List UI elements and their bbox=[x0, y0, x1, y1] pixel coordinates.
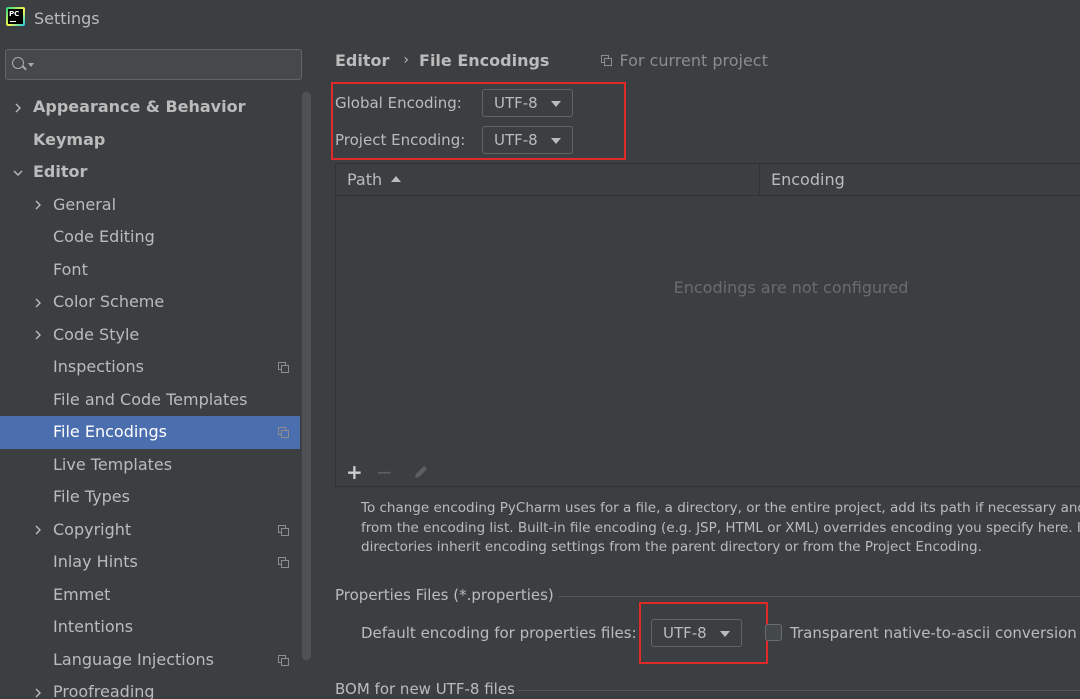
section-divider bbox=[518, 690, 1080, 691]
project-scope-icon bbox=[601, 54, 613, 66]
sidebar-item-file-encodings[interactable]: File Encodings bbox=[0, 416, 312, 449]
breadcrumb: Editor › File Encodings For current proj… bbox=[335, 49, 768, 71]
pencil-icon[interactable] bbox=[412, 463, 430, 481]
sidebar-item-file-types[interactable]: File Types bbox=[0, 481, 300, 514]
settings-search[interactable] bbox=[5, 49, 302, 80]
scope-label: For current project bbox=[619, 50, 768, 70]
section-divider bbox=[558, 596, 1080, 597]
search-input[interactable] bbox=[38, 53, 296, 76]
logo-text: PC bbox=[9, 10, 20, 18]
search-icon[interactable] bbox=[12, 57, 24, 69]
sidebar-item-label: General bbox=[53, 194, 117, 214]
sidebar-item-font[interactable]: Font bbox=[0, 254, 300, 287]
chevron-right-icon[interactable] bbox=[33, 189, 43, 222]
sidebar-item-label: Appearance & Behavior bbox=[33, 97, 246, 116]
chevron-right-icon[interactable] bbox=[33, 676, 43, 699]
sidebar-item-label: Code Editing bbox=[53, 227, 155, 246]
sidebar-item-label: Live Templates bbox=[53, 454, 173, 474]
chevron-right-icon[interactable] bbox=[33, 319, 43, 352]
settings-tree: Appearance & Behavior Keymap Editor General… bbox=[0, 91, 312, 699]
sidebar-item-label: Keymap bbox=[33, 129, 106, 149]
project-scope-icon bbox=[278, 557, 289, 568]
sidebar-item-editor[interactable]: Editor bbox=[0, 156, 300, 189]
sidebar-item-emmet[interactable]: Emmet bbox=[0, 579, 300, 612]
properties-section-title: Properties Files (*.properties) bbox=[335, 586, 554, 604]
sidebar-item-label: File Encodings bbox=[53, 422, 167, 441]
sidebar-item-general[interactable]: General bbox=[0, 189, 300, 222]
sidebar-item-label: Code Style bbox=[53, 324, 140, 344]
sidebar-item-label: Proofreading bbox=[53, 682, 155, 699]
sidebar-item-label: File and Code Templates bbox=[53, 389, 248, 409]
project-scope-icon bbox=[278, 524, 289, 536]
sidebar-item-label: Language Injections bbox=[53, 649, 214, 669]
settings-sidebar: Appearance & Behavior Keymap Editor General… bbox=[0, 37, 312, 699]
settings-content: Editor › File Encodings For current proj… bbox=[312, 37, 1080, 699]
sidebar-item-language-injections[interactable]: Language Injections bbox=[0, 644, 300, 677]
sidebar-item-label: Editor bbox=[33, 162, 88, 181]
empty-table-message: Encodings are not configured bbox=[673, 278, 909, 297]
column-header-encoding[interactable]: Encoding bbox=[771, 164, 845, 196]
sidebar-item-label: Emmet bbox=[53, 584, 111, 604]
sidebar-item-code-style[interactable]: Code Style bbox=[0, 319, 300, 352]
sidebar-item-copyright[interactable]: Copyright bbox=[0, 514, 300, 547]
breadcrumb-separator: › bbox=[403, 52, 410, 68]
sidebar-item-code-editing[interactable]: Code Editing bbox=[0, 221, 300, 254]
path-encoding-table: Path Encoding Encodings are not configur… bbox=[335, 163, 1080, 487]
add-button[interactable]: + bbox=[346, 461, 363, 483]
sidebar-item-label: Color Scheme bbox=[53, 292, 165, 311]
sort-ascending-icon bbox=[391, 176, 402, 182]
window-title: Settings bbox=[34, 9, 100, 28]
project-scope-icon bbox=[278, 362, 289, 373]
column-header-path[interactable]: Path bbox=[347, 164, 402, 196]
pycharm-logo-icon: PC bbox=[6, 7, 25, 26]
help-line: from the encoding list. Built-in file en… bbox=[361, 519, 1080, 536]
transparent-conversion-checkbox[interactable] bbox=[765, 624, 782, 641]
table-toolbar: + − bbox=[336, 456, 1080, 487]
sidebar-item-appearance-and-behavior[interactable]: Appearance & Behavior bbox=[0, 91, 300, 124]
bom-section-title: BOM for new UTF-8 files bbox=[335, 680, 515, 698]
sidebar-item-intentions[interactable]: Intentions bbox=[0, 611, 300, 644]
remove-button[interactable]: − bbox=[376, 461, 393, 483]
properties-highlight-box bbox=[639, 602, 768, 664]
sidebar-item-label: File Types bbox=[53, 487, 130, 506]
sidebar-item-keymap[interactable]: Keymap bbox=[0, 124, 300, 157]
breadcrumb-editor[interactable]: Editor bbox=[335, 51, 389, 70]
sidebar-item-proofreading[interactable]: Proofreading bbox=[0, 676, 300, 699]
search-options-caret-icon[interactable] bbox=[28, 63, 34, 67]
sidebar-item-label: Inspections bbox=[53, 357, 144, 376]
chevron-right-icon[interactable] bbox=[33, 514, 43, 547]
sidebar-item-color-scheme[interactable]: Color Scheme bbox=[0, 286, 300, 319]
sidebar-item-inspections[interactable]: Inspections bbox=[0, 351, 300, 384]
column-encoding-label: Encoding bbox=[771, 170, 845, 189]
help-line: directories inherit encoding settings fr… bbox=[361, 539, 982, 555]
sidebar-item-label: Font bbox=[53, 259, 88, 279]
encoding-highlight-box bbox=[331, 82, 626, 160]
project-scope-icon bbox=[278, 427, 289, 438]
help-line: To change encoding PyCharm uses for a fi… bbox=[361, 500, 1080, 516]
column-divider[interactable] bbox=[759, 164, 760, 196]
sidebar-scrollbar-thumb[interactable] bbox=[302, 92, 311, 660]
title-bar: PC Settings bbox=[0, 0, 1080, 37]
chevron-right-icon[interactable] bbox=[33, 286, 43, 319]
chevron-right-icon[interactable] bbox=[13, 91, 23, 124]
sidebar-item-file-and-code-templates[interactable]: File and Code Templates bbox=[0, 384, 300, 417]
breadcrumb-current: File Encodings bbox=[419, 50, 550, 70]
sidebar-item-label: Inlay Hints bbox=[53, 552, 138, 571]
table-header: Path Encoding bbox=[336, 164, 1080, 196]
transparent-conversion-label[interactable]: Transparent native-to-ascii conversion bbox=[790, 624, 1077, 642]
help-text: To change encoding PyCharm uses for a fi… bbox=[361, 499, 1080, 558]
project-scope-icon bbox=[278, 654, 289, 666]
sidebar-item-live-templates[interactable]: Live Templates bbox=[0, 449, 300, 482]
default-properties-encoding-label: Default encoding for properties files: bbox=[361, 624, 637, 642]
chevron-down-icon[interactable] bbox=[13, 156, 23, 189]
sidebar-item-label: Intentions bbox=[53, 617, 134, 636]
column-path-label: Path bbox=[347, 170, 383, 189]
sidebar-item-label: Copyright bbox=[53, 519, 132, 539]
sidebar-item-inlay-hints[interactable]: Inlay Hints bbox=[0, 546, 300, 579]
